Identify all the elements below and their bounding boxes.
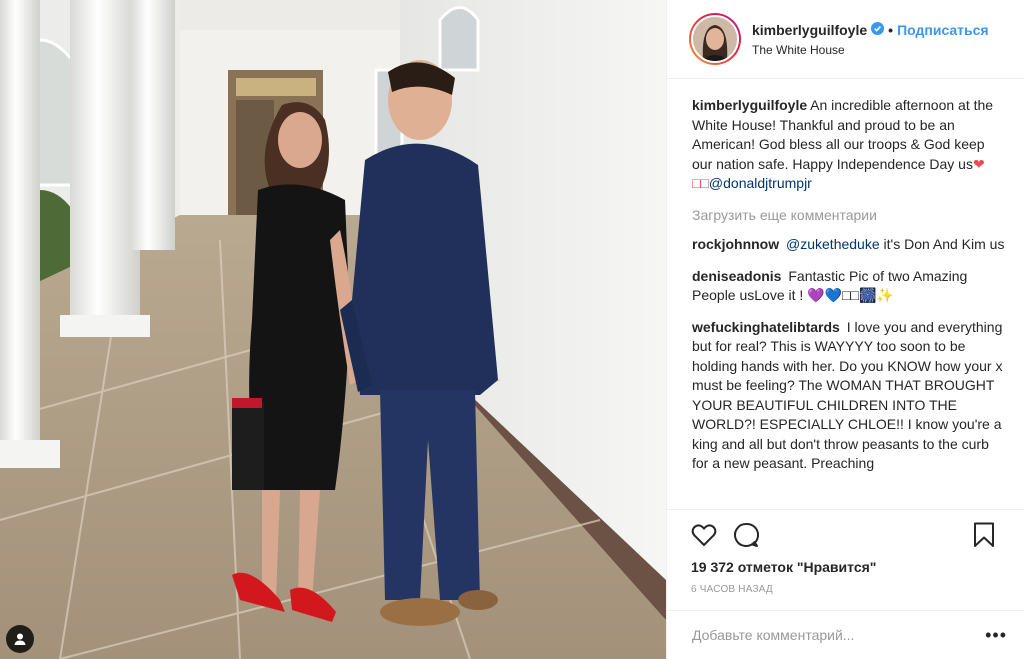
comment-author[interactable]: wefuckinghatelibtards [692,319,840,335]
post-author-username[interactable]: kimberlyguilfoyle [752,22,867,38]
caption: kimberlyguilfoyle An incredible afternoon… [692,96,1007,194]
post-image [0,0,666,659]
more-options-button[interactable]: ••• [985,625,1007,646]
list-item: deniseadonis Fantastic Pic of two Amazin… [692,267,1007,306]
post-timestamp[interactable]: 6 часов назад [691,584,1001,595]
bookmark-icon [974,522,994,547]
comment-icon [734,522,759,547]
follow-button[interactable]: Подписаться [897,22,989,38]
comment-input[interactable] [692,627,986,643]
post-sidebar: kimberlyguilfoyle • Подписаться The Whit… [666,0,1024,659]
avatar-image [693,17,737,61]
load-more-comments-button[interactable]: Загрузить еще комментарии [692,206,1007,226]
caption-mention[interactable]: @donaldjtrumpjr [709,175,812,191]
add-comment-bar: ••• [667,610,1024,659]
avatar-story-ring[interactable] [689,13,741,65]
verified-badge-icon [871,21,885,38]
list-item: wefuckinghatelibtards I love you and eve… [692,318,1007,474]
comment-author[interactable]: rockjohnnow [692,236,779,252]
list-item: rockjohnnow @zuketheduke it's Don And Ki… [692,235,1007,255]
post-location[interactable]: The White House [752,43,989,57]
comments-list: kimberlyguilfoyle An incredible afternoon… [692,96,1007,486]
comment-button[interactable] [733,521,761,549]
likes-count[interactable]: 19 372 отметок "Нравится" [691,559,1001,575]
separator-dot: • [888,21,894,38]
like-button[interactable] [691,521,719,549]
comment-text: it's Don And Kim us [879,236,1005,252]
save-button[interactable] [973,521,1001,549]
post-actions: 19 372 отметок "Нравится" 6 часов назад [667,509,1024,595]
tagged-people-button[interactable] [6,625,34,653]
comment-text: I love you and everything but for real? … [692,318,1003,472]
person-tag-icon [14,633,26,645]
avatar[interactable] [691,15,739,63]
comment-author[interactable]: deniseadonis [692,268,781,284]
heart-icon [691,524,717,547]
caption-author[interactable]: kimberlyguilfoyle [692,97,807,113]
comment-mention[interactable]: @zuketheduke [786,236,880,252]
post-header: kimberlyguilfoyle • Подписаться The Whit… [667,0,1024,79]
post-photo[interactable] [0,0,666,659]
